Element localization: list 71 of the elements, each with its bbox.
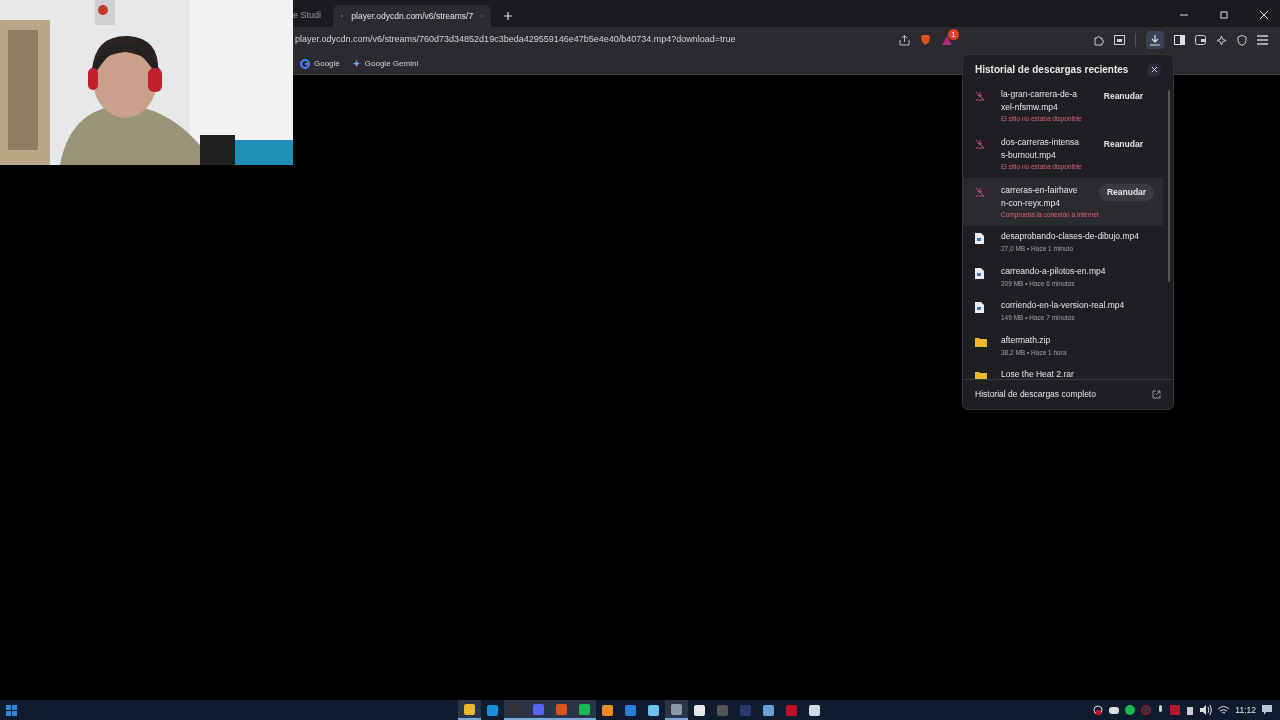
share-icon[interactable]	[899, 34, 910, 46]
bookmark-item[interactable]: Google	[300, 57, 340, 70]
download-button[interactable]	[1146, 31, 1164, 49]
app-icon	[671, 703, 682, 715]
browser-tab[interactable]: player.odycdn.com/v6/streams/7	[333, 5, 492, 27]
file-name: carreras-en-fairhaven-con-reyx.mp4	[1001, 184, 1079, 210]
video-file-icon	[975, 302, 984, 313]
app-icon	[763, 704, 774, 716]
tray-icon[interactable]	[1109, 705, 1120, 715]
app-icon	[533, 703, 544, 715]
app-icon	[487, 704, 498, 716]
notification-badge: 1	[948, 28, 959, 40]
app-icon	[786, 704, 797, 716]
bookmark-item[interactable]: Google Gemini	[351, 57, 419, 70]
resume-button[interactable]: Reanudar	[1095, 88, 1151, 105]
download-icon	[1150, 34, 1160, 46]
new-tab-icon[interactable]	[503, 11, 514, 21]
video-file-icon	[975, 233, 984, 244]
video-file-icon	[975, 267, 984, 279]
app-icon	[556, 703, 567, 715]
screenshot-icon[interactable]	[1114, 35, 1125, 45]
restore-icon[interactable]	[1220, 11, 1228, 19]
speaker-icon[interactable]	[1200, 705, 1213, 715]
resume-button[interactable]: Reanudar	[1095, 136, 1151, 153]
external-link-icon[interactable]	[1152, 390, 1161, 399]
address-field[interactable]: player.odycdn.com/v6/streams/760d73d34852d19c3beda429559146e47b5e4e40/b40734.mp4?download=true	[295, 33, 736, 47]
usb-icon[interactable]	[1186, 705, 1195, 715]
app-icon	[809, 704, 820, 716]
file-name: dos-carreras-intensas-burnout.mp4	[1001, 136, 1080, 162]
app-icon	[602, 704, 613, 716]
clock: 11:12	[1235, 703, 1256, 717]
shield-icon[interactable]	[1237, 34, 1247, 46]
browser-tab[interactable]: e Studi	[293, 5, 330, 27]
file-name: aftermath.zip	[1001, 333, 1052, 347]
blocked-download-icon	[975, 91, 985, 101]
app-icon	[648, 704, 659, 716]
app-icon	[579, 703, 590, 715]
sparkle-icon[interactable]	[1216, 34, 1227, 46]
sidebar-icon[interactable]	[1174, 35, 1185, 45]
full-history-link[interactable]: Historial de descargas completo	[975, 388, 1096, 401]
taskbar-app[interactable]	[458, 700, 481, 720]
file-name: corriendo-en-la-version-real.mp4	[1001, 299, 1126, 312]
folder-icon	[975, 371, 987, 379]
blocked-download-icon	[975, 139, 985, 149]
app-icon	[717, 704, 728, 716]
tray-icon[interactable]	[1125, 705, 1136, 715]
scrollbar[interactable]	[1168, 90, 1170, 282]
minimize-icon[interactable]	[1180, 11, 1188, 19]
folder-icon	[975, 336, 987, 347]
file-name: Lose the Heat 2.rar	[1001, 368, 1075, 379]
download-item[interactable]: Lose the Heat 2.rar	[963, 364, 1163, 379]
close-button[interactable]	[1147, 62, 1161, 77]
app-icon	[694, 704, 705, 716]
file-name: la-gran-carrera-de-axel-nfsmw.mp4	[1001, 88, 1079, 114]
sparkle-icon	[351, 59, 361, 68]
notification-icon[interactable]	[1262, 705, 1272, 715]
panel-title: Historial de descargas recientes	[975, 63, 1129, 77]
app-icon	[625, 704, 636, 716]
file-name: desaprobando-clases-de-dibujo.mp4	[1001, 230, 1140, 243]
wifi-icon[interactable]	[1218, 705, 1230, 715]
file-name: carreando-a-pilotos-en.mp4	[1001, 264, 1107, 278]
app-icon	[740, 704, 751, 716]
resume-button[interactable]: Reanudar	[1098, 184, 1155, 201]
blocked-download-icon	[975, 187, 985, 197]
app-icon	[464, 703, 475, 715]
microphone-icon[interactable]	[1157, 705, 1165, 715]
menu-icon[interactable]	[1257, 35, 1268, 45]
wallet-icon[interactable]	[1195, 35, 1206, 45]
windows-icon[interactable]	[6, 704, 17, 716]
triangle-icon[interactable]	[941, 34, 953, 46]
google-icon	[300, 58, 310, 69]
